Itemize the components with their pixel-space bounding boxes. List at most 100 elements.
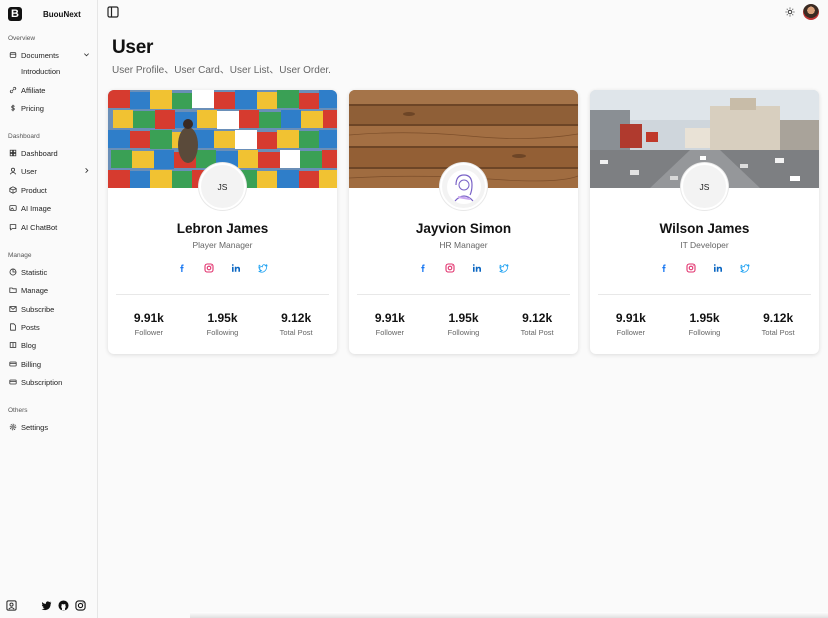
social-links (349, 263, 578, 273)
chart-icon (8, 268, 17, 277)
facebook-icon[interactable] (659, 263, 669, 273)
file-icon (8, 323, 17, 332)
section-title-overview: Overview (8, 35, 36, 42)
github-icon[interactable] (58, 600, 69, 611)
brand-name: BuouNext (43, 10, 81, 19)
sidebar-item-posts[interactable]: Posts (8, 320, 92, 334)
divider (357, 294, 570, 295)
stat-value: 9.91k (374, 311, 405, 325)
user-stats: 9.91k Follower 1.95k Following 9.12k Total … (590, 311, 819, 337)
sidebar-toggle-icon[interactable] (107, 6, 119, 18)
sidebar-item-product[interactable]: Product (8, 183, 92, 197)
sidebar-item-documents[interactable]: Documents (8, 48, 92, 62)
sidebar-item-label: Affiliate (21, 85, 46, 95)
user-avatar[interactable] (803, 4, 819, 20)
sidebar-footer (6, 600, 86, 611)
stat-label: Follower (134, 328, 163, 337)
section-title-dashboard: Dashboard (8, 133, 40, 140)
facebook-icon[interactable] (418, 263, 428, 273)
brand[interactable]: B BuouNext (8, 7, 81, 21)
folder-icon (8, 286, 17, 295)
stat-value: 9.12k (763, 311, 794, 325)
sidebar-item-label: Settings (21, 422, 49, 432)
stat-label: Total Post (279, 328, 313, 337)
book-icon (8, 341, 17, 350)
divider (116, 294, 329, 295)
section-title-others: Others (8, 407, 28, 414)
sun-icon[interactable] (785, 7, 795, 17)
sidebar-item-dashboard[interactable]: Dashboard (8, 146, 92, 160)
sidebar-item-subscribe[interactable]: Subscribe (8, 302, 92, 316)
stat-label: Following (206, 328, 239, 337)
social-links (590, 263, 819, 273)
stat-following: 1.95k Following (433, 311, 493, 337)
avatar: JS (681, 163, 728, 210)
instagram-icon[interactable] (686, 263, 696, 273)
avatar (440, 163, 487, 210)
stat-value: 1.95k (448, 311, 479, 325)
user-role: HR Manager (439, 240, 488, 250)
stat-value: 9.91k (615, 311, 646, 325)
stat-follower: 9.91k Follower (601, 311, 661, 337)
sidebar-item-label: Subscribe (21, 304, 55, 314)
mail-icon (8, 305, 17, 314)
facebook-icon[interactable] (177, 263, 187, 273)
sidebar-item-settings[interactable]: Settings (8, 420, 92, 434)
stat-value: 9.12k (281, 311, 312, 325)
sidebar-item-label: Posts (21, 322, 40, 332)
stat-label: Follower (616, 328, 645, 337)
stat-following: 1.95k Following (674, 311, 734, 337)
sidebar-item-statistic[interactable]: Statistic (8, 265, 92, 279)
user-role: Player Manager (192, 240, 253, 250)
stat-label: Follower (375, 328, 404, 337)
sidebar-item-user[interactable]: User (8, 164, 92, 178)
instagram-icon[interactable] (445, 263, 455, 273)
stat-label: Following (447, 328, 480, 337)
sidebar-item-manage[interactable]: Manage (8, 283, 92, 297)
grid-icon (8, 149, 17, 158)
sidebar-item-pricing[interactable]: Pricing (8, 101, 92, 115)
sidebar-item-label: Dashboard (21, 148, 58, 158)
bottom-shadow (190, 612, 828, 618)
sidebar-item-label: Subscription (21, 377, 63, 387)
twitter-icon[interactable] (258, 263, 268, 273)
gear-icon (8, 423, 17, 432)
stat-label: Total Post (520, 328, 554, 337)
twitter-icon[interactable] (41, 600, 52, 611)
user-name: Lebron James (176, 221, 269, 236)
linkedin-icon[interactable] (713, 263, 723, 273)
contact-icon[interactable] (6, 600, 17, 611)
instagram-icon[interactable] (75, 600, 86, 611)
twitter-icon[interactable] (499, 263, 509, 273)
chevron-right-icon (85, 168, 89, 173)
brand-logo: B (8, 7, 22, 21)
sidebar-item-label: Pricing (21, 103, 44, 113)
user-card: JS Lebron James Player Manager 9.91k Foll… (108, 90, 337, 354)
dollar-icon (8, 104, 17, 113)
stat-follower: 9.91k Follower (360, 311, 420, 337)
sidebar-item-ai-chatbot[interactable]: AI ChatBot (8, 220, 92, 234)
sidebar-item-introduction[interactable]: Introduction (21, 67, 60, 76)
user-icon (8, 167, 17, 176)
stat-following: 1.95k Following (192, 311, 252, 337)
sidebar-item-billing[interactable]: Billing (8, 357, 92, 371)
sidebar-item-subscription[interactable]: Subscription (8, 375, 92, 389)
sidebar-item-affiliate[interactable]: Affiliate (8, 83, 92, 97)
avatar-illustration (446, 169, 481, 204)
sidebar-item-label: Manage (21, 285, 49, 295)
sidebar-item-label: AI ChatBot (21, 222, 58, 232)
user-card: Jayvion Simon HR Manager 9.91k Follower 1… (349, 90, 578, 354)
section-title-manage: Manage (8, 252, 32, 259)
stat-label: Following (688, 328, 721, 337)
link-icon (8, 86, 17, 95)
sidebar-item-ai-image[interactable]: AI Image (8, 201, 92, 215)
linkedin-icon[interactable] (472, 263, 482, 273)
sidebar-item-label: Billing (21, 359, 42, 369)
image-icon (8, 204, 17, 213)
instagram-icon[interactable] (204, 263, 214, 273)
avatar: JS (199, 163, 246, 210)
chat-icon (8, 223, 17, 232)
sidebar-item-blog[interactable]: Blog (8, 338, 92, 352)
twitter-icon[interactable] (740, 263, 750, 273)
linkedin-icon[interactable] (231, 263, 241, 273)
